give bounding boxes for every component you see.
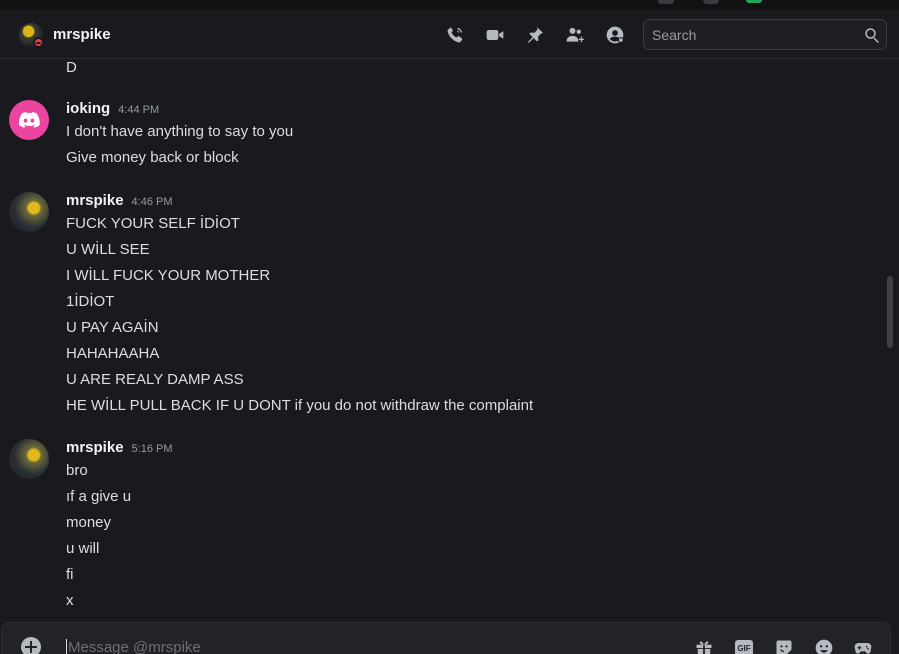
avatar[interactable] xyxy=(9,439,49,479)
title-bar-strip xyxy=(0,0,899,10)
pin-icon[interactable] xyxy=(524,24,546,46)
phone-icon[interactable] xyxy=(444,24,466,46)
message-line: fi xyxy=(66,566,74,583)
avatar[interactable] xyxy=(9,100,49,140)
username[interactable]: mrspike xyxy=(66,192,124,209)
message-line: HAHAHAAHA xyxy=(66,345,160,362)
search-bar[interactable] xyxy=(643,19,887,50)
gift-icon[interactable] xyxy=(693,637,715,654)
username[interactable]: mrspike xyxy=(66,439,124,456)
search-input[interactable] xyxy=(644,26,854,43)
message-line: Give money back or block xyxy=(66,149,239,166)
message-line: FUCK YOUR SELF İDİOT xyxy=(66,215,240,232)
scrollbar-thumb[interactable] xyxy=(887,276,893,348)
message-composer: GIF xyxy=(1,622,891,654)
timestamp[interactable]: 4:46 PM xyxy=(132,196,173,208)
titlebar-icon[interactable] xyxy=(658,0,674,4)
message-line: money xyxy=(66,514,112,531)
sticker-icon[interactable] xyxy=(773,637,795,654)
message-line: U WİLL SEE xyxy=(66,241,150,258)
message-line: x xyxy=(66,592,74,609)
channel-title[interactable]: mrspike xyxy=(53,26,111,43)
message-list: D ioking 4:44 PM I don't have anything t… xyxy=(0,59,880,619)
message-line: I WİLL FUCK YOUR MOTHER xyxy=(66,267,271,284)
message-line: HE WİLL PULL BACK IF U DONT if you do no… xyxy=(66,397,534,414)
channel-header: mrspike xyxy=(0,10,899,59)
message-header: mrspike 4:46 PM xyxy=(66,192,173,209)
titlebar-icon[interactable] xyxy=(746,0,762,3)
message-line: 1İDİOT xyxy=(66,293,115,310)
message-line: bro xyxy=(66,462,88,479)
dm-window: mrspike D xyxy=(0,0,899,654)
gif-icon[interactable]: GIF xyxy=(733,637,755,654)
timestamp[interactable]: 4:44 PM xyxy=(118,104,159,116)
emoji-icon[interactable] xyxy=(813,637,835,654)
message-line: U ARE REALY DAMP ASS xyxy=(66,371,244,388)
discord-logo-icon xyxy=(18,112,40,128)
message-line: u will xyxy=(66,540,100,557)
text-caret xyxy=(66,639,67,654)
timestamp[interactable]: 5:16 PM xyxy=(132,443,173,455)
message-line: U PAY AGAİN xyxy=(66,319,159,336)
message-line: D xyxy=(66,59,77,76)
dnd-status-icon xyxy=(33,37,44,48)
activities-icon[interactable] xyxy=(852,637,874,654)
message-line: ıf a give u xyxy=(66,488,132,505)
titlebar-icon[interactable] xyxy=(703,0,719,4)
add-friends-icon[interactable] xyxy=(564,24,586,46)
message-line: I don't have anything to say to you xyxy=(66,123,294,140)
search-icon[interactable] xyxy=(863,26,881,44)
avatar[interactable] xyxy=(9,192,49,232)
message-input[interactable] xyxy=(68,635,668,654)
user-profile-icon[interactable] xyxy=(604,24,626,46)
message-header: ioking 4:44 PM xyxy=(66,100,159,117)
video-icon[interactable] xyxy=(484,24,506,46)
add-attachment-icon[interactable] xyxy=(21,637,41,654)
message-header: mrspike 5:16 PM xyxy=(66,439,173,456)
username[interactable]: ioking xyxy=(66,100,110,117)
